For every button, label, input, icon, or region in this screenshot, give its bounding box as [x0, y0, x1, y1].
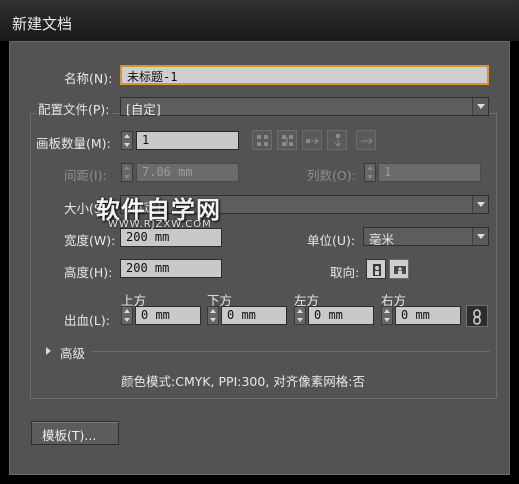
- bleed-left-stepper[interactable]: [294, 306, 306, 325]
- advanced-divider: [92, 351, 490, 352]
- profile-label: 配置文件(P):: [36, 99, 112, 118]
- bleed-left-input[interactable]: 0 mm: [308, 306, 374, 325]
- bleed-right-stepper[interactable]: [381, 306, 393, 325]
- group-bottom-border: [30, 398, 496, 399]
- columns-input[interactable]: 1: [378, 163, 481, 182]
- bleed-bottom-input[interactable]: 0 mm: [221, 306, 287, 325]
- profile-value: [自定]: [126, 102, 161, 117]
- arrange-by-row-icon[interactable]: [302, 130, 322, 150]
- bleed-top-input[interactable]: 0 mm: [135, 306, 201, 325]
- chevron-down-icon: [472, 228, 488, 245]
- title-bar: 新建文档: [0, 0, 519, 41]
- layout-direction-icon[interactable]: [356, 130, 376, 150]
- height-label: 高度(H):: [64, 265, 113, 280]
- units-value: 毫米: [369, 232, 395, 247]
- bleed-bottom-stepper[interactable]: [207, 306, 219, 325]
- spacing-label: 间距(I):: [64, 168, 107, 183]
- grid-by-row-icon[interactable]: [252, 130, 272, 150]
- landscape-orientation-button[interactable]: [389, 259, 409, 279]
- artboard-count-stepper[interactable]: [121, 131, 133, 150]
- spacing-stepper[interactable]: [121, 163, 133, 182]
- chevron-down-icon: [472, 98, 488, 115]
- width-input[interactable]: 200 mm: [120, 228, 222, 247]
- units-select[interactable]: 毫米: [363, 227, 489, 247]
- chevron-down-icon: [472, 196, 488, 213]
- arrange-by-column-icon[interactable]: [327, 130, 347, 150]
- height-input[interactable]: 200 mm: [120, 259, 222, 278]
- group-left-border: [30, 113, 31, 398]
- window-title: 新建文档: [12, 15, 73, 33]
- name-input[interactable]: 未标题-1: [120, 65, 489, 85]
- portrait-orientation-button[interactable]: [366, 259, 386, 279]
- columns-stepper[interactable]: [364, 163, 376, 182]
- artboard-count-label: 画板数量(M):: [36, 136, 111, 151]
- orientation-label: 取向:: [330, 265, 360, 280]
- templates-button[interactable]: 模板(T)...: [31, 421, 119, 445]
- advanced-label[interactable]: 高级: [60, 343, 85, 362]
- spacing-input[interactable]: 7.06 mm: [136, 163, 239, 182]
- bleed-top-stepper[interactable]: [121, 306, 133, 325]
- grid-by-column-icon[interactable]: [277, 130, 297, 150]
- watermark-url: WWW.RJZXW.COM: [108, 219, 212, 230]
- units-label: 单位(U):: [307, 233, 356, 248]
- columns-label: 列数(O):: [307, 168, 356, 183]
- width-label: 宽度(W):: [64, 233, 116, 248]
- expand-triangle-icon[interactable]: [46, 347, 51, 355]
- link-bleed-icon[interactable]: [466, 305, 488, 327]
- artboard-count-input[interactable]: 1: [136, 131, 239, 150]
- bleed-right-input[interactable]: 0 mm: [395, 306, 461, 325]
- group-right-border: [496, 113, 497, 398]
- name-label: 名称(N):: [64, 71, 113, 86]
- profile-select[interactable]: [自定]: [120, 97, 489, 117]
- bleed-label: 出血(L):: [64, 313, 110, 328]
- info-text: 颜色模式:CMYK, PPI:300, 对齐像素网格:否: [121, 374, 365, 389]
